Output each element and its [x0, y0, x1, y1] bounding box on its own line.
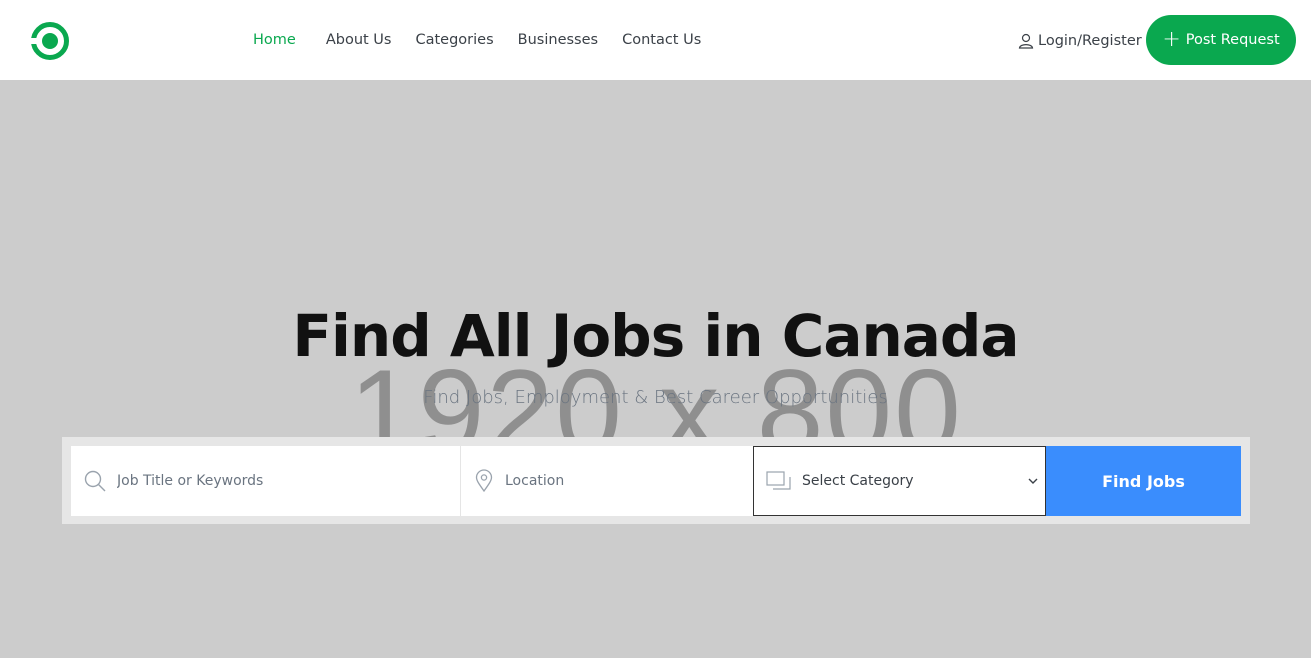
hero-title: Find All Jobs in Canada — [292, 302, 1019, 370]
login-register-link[interactable]: Login/Register — [1018, 31, 1142, 51]
nav-item-businesses[interactable]: Businesses — [518, 32, 598, 48]
post-request-label: Post Request — [1185, 32, 1280, 48]
nav-item-categories[interactable]: Categories — [415, 32, 493, 48]
location-field — [461, 446, 753, 516]
location-pin-icon — [473, 469, 495, 493]
nav-item-about-us[interactable]: About Us — [326, 32, 392, 48]
job-search-form: Select Category Find Jobs — [62, 437, 1250, 524]
keyword-input[interactable] — [117, 473, 347, 489]
main-nav: Home About Us Categories Businesses Cont… — [253, 0, 725, 80]
keyword-field — [71, 446, 461, 516]
nav-item-home[interactable]: Home — [253, 32, 296, 48]
chevron-down-icon — [1028, 478, 1038, 484]
logo-gap — [31, 38, 39, 44]
find-jobs-button[interactable]: Find Jobs — [1046, 446, 1241, 516]
user-icon — [1018, 33, 1034, 49]
search-icon — [83, 469, 107, 493]
post-request-button[interactable]: + Post Request — [1146, 15, 1296, 65]
category-selected-value: Select Category — [802, 473, 914, 489]
nav-item-contact-us[interactable]: Contact Us — [622, 32, 701, 48]
plus-icon: + — [1162, 27, 1181, 52]
hero-subtitle: Find Jobs, Employment & Best Career Oppo… — [423, 387, 888, 408]
top-navbar: Home About Us Categories Businesses Cont… — [0, 0, 1311, 80]
category-select[interactable]: Select Category — [753, 446, 1046, 516]
location-input[interactable] — [505, 473, 735, 489]
login-register-label: Login/Register — [1038, 33, 1142, 49]
category-icon — [766, 470, 792, 492]
